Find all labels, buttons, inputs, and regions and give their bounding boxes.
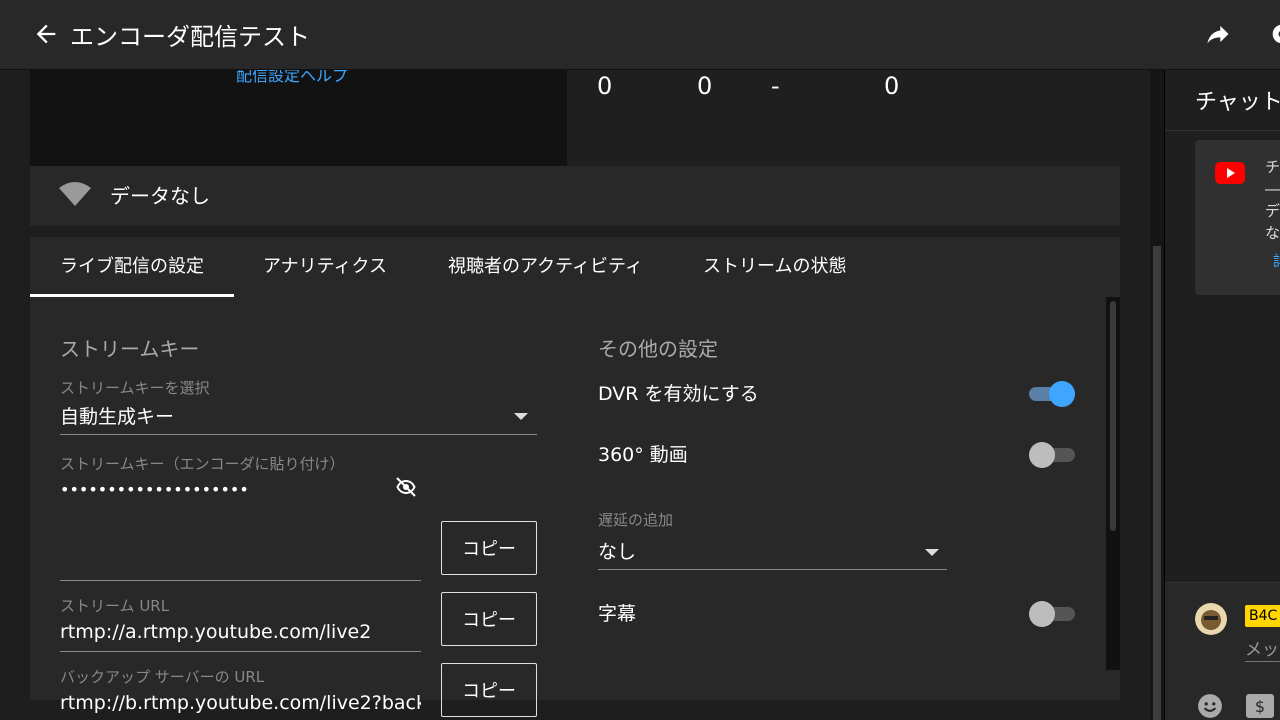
settings-panel: ストリームキー ストリームキーを選択 自動生成キー ストリームキー（エンコーダに… [30, 297, 1120, 717]
vr360-toggle-switch[interactable] [1029, 441, 1075, 469]
visibility-off-icon[interactable] [392, 546, 420, 570]
tab-analytics[interactable]: アナリティクス [263, 237, 387, 297]
divider [60, 580, 421, 581]
stream-key-label: ストリームキー（エンコーダに貼り付け） [60, 455, 345, 473]
tab-live-settings[interactable]: ライブ配信の設定 [30, 237, 234, 297]
copy-stream-key-button[interactable]: コピー [441, 521, 537, 575]
latency-label: 遅延の追加 [598, 511, 674, 529]
main-content: 配信設定ヘルプ 0 0 - 0 データなし ライブ配信の設定 アナリティクス 視… [0, 70, 1164, 720]
backup-url-label: バックアップ サーバーの URL [60, 668, 265, 686]
stat-value: 0 [697, 72, 713, 100]
avatar-image-icon [1195, 603, 1227, 635]
connection-status-bar: データなし [30, 166, 1120, 226]
divider [60, 434, 537, 435]
gear-icon[interactable] [1268, 20, 1280, 48]
tab-bar: ライブ配信の設定 アナリティクス 視聴者のアクティビティ ストリームの状態 [30, 237, 1120, 297]
stream-url-field[interactable]: rtmp://a.rtmp.youtube.com/live2 [60, 621, 421, 643]
backup-url-field[interactable]: rtmp://b.rtmp.youtube.com/live2?backup=1 [60, 692, 421, 714]
stream-preview: 配信設定ヘルプ [30, 70, 567, 166]
stat-value: 0 [597, 72, 613, 100]
chat-panel: チャット チ ― デ な 詳 B4C メッ $ [1164, 70, 1280, 720]
toggle-knob [1049, 381, 1075, 407]
copy-stream-url-button[interactable]: コピー [441, 592, 537, 646]
page-title: エンコーダ配信テスト [70, 23, 310, 51]
svg-text:$: $ [1255, 697, 1265, 716]
visibility-off-icon[interactable] [392, 475, 420, 499]
chat-notice-card: チ ― デ な 詳 [1195, 140, 1280, 295]
divider [598, 569, 947, 570]
divider [1165, 130, 1280, 131]
share-icon[interactable] [1204, 20, 1232, 48]
wifi-icon [59, 182, 91, 206]
user-name-badge: B4C [1245, 605, 1280, 627]
youtube-logo-icon [1215, 162, 1245, 184]
tab-viewer-activity[interactable]: 視聴者のアクティビティ [448, 237, 643, 297]
tab-stream-health[interactable]: ストリームの状態 [703, 237, 846, 297]
toggle-knob [1029, 442, 1055, 468]
stream-help-link[interactable]: 配信設定ヘルプ [236, 70, 348, 86]
scrollbar-thumb[interactable] [1110, 301, 1116, 531]
divider [1245, 661, 1280, 662]
chat-message-input[interactable]: メッ [1245, 635, 1279, 660]
stream-url-label: ストリーム URL [60, 597, 170, 615]
arrow-back-icon[interactable] [32, 20, 60, 48]
captions-label: 字幕 [598, 603, 637, 625]
captions-toggle-switch[interactable] [1029, 600, 1075, 628]
super-chat-icon[interactable]: $ [1245, 693, 1275, 719]
stream-stats: 0 0 - 0 [567, 70, 1120, 166]
stream-key-section-title: ストリームキー [60, 337, 200, 361]
vr360-label: 360° 動画 [598, 444, 688, 466]
dropdown-arrow-icon[interactable] [925, 549, 939, 556]
scrollbar-thumb[interactable] [1153, 246, 1161, 720]
chat-input-area: B4C メッ $ [1165, 582, 1280, 720]
dvr-label: DVR を有効にする [598, 383, 759, 405]
stream-key-select[interactable]: 自動生成キー [60, 402, 500, 429]
stat-value: 0 [884, 72, 900, 100]
top-app-bar: エンコーダ配信テスト [0, 0, 1280, 70]
toggle-knob [1029, 601, 1055, 627]
emoji-icon[interactable] [1197, 693, 1223, 719]
dropdown-arrow-icon[interactable] [514, 413, 528, 420]
connection-status-text: データなし [110, 184, 210, 208]
chat-notice-link[interactable]: 詳 [1273, 250, 1280, 271]
divider [60, 651, 421, 652]
stream-key-field[interactable]: •••••••••••••••••••• [60, 480, 360, 499]
copy-backup-url-button[interactable]: コピー [441, 663, 537, 717]
latency-select[interactable]: なし [598, 537, 898, 564]
chat-notice-text: チ ― デ な [1265, 158, 1280, 242]
chat-title: チャット [1195, 90, 1280, 115]
dvr-toggle-switch[interactable] [1029, 380, 1075, 408]
panel-scrollbar[interactable] [1106, 297, 1120, 670]
stream-key-select-label: ストリームキーを選択 [60, 379, 210, 397]
avatar [1195, 603, 1227, 635]
page-scrollbar[interactable] [1150, 70, 1164, 720]
stat-value: - [771, 72, 780, 100]
other-settings-section-title: その他の設定 [598, 337, 718, 361]
